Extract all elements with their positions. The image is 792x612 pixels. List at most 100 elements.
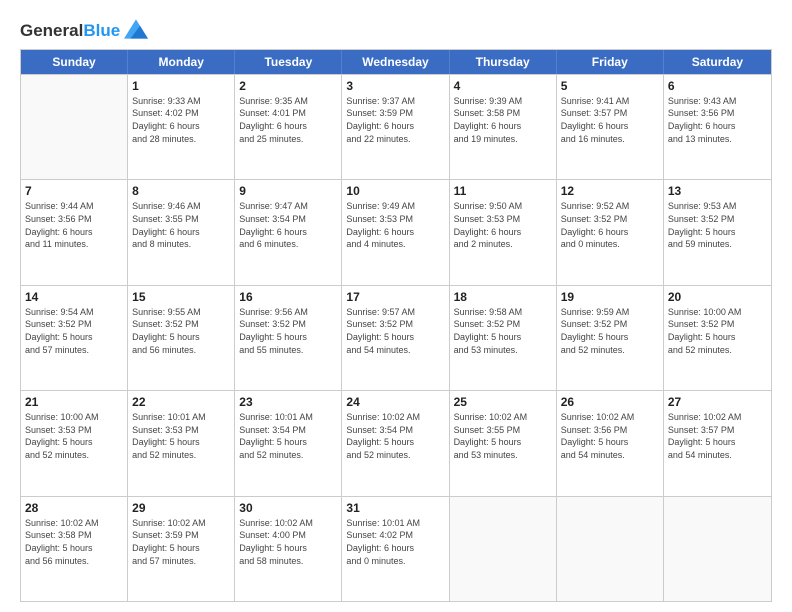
calendar-cell: 2Sunrise: 9:35 AM Sunset: 4:01 PM Daylig… xyxy=(235,75,342,179)
calendar-cell: 17Sunrise: 9:57 AM Sunset: 3:52 PM Dayli… xyxy=(342,286,449,390)
cell-day-number: 20 xyxy=(668,289,767,305)
cell-info: Sunrise: 9:57 AM Sunset: 3:52 PM Dayligh… xyxy=(346,306,444,356)
cell-day-number: 6 xyxy=(668,78,767,94)
cell-day-number: 17 xyxy=(346,289,444,305)
cell-info: Sunrise: 10:01 AM Sunset: 3:54 PM Daylig… xyxy=(239,411,337,461)
calendar-cell: 20Sunrise: 10:00 AM Sunset: 3:52 PM Dayl… xyxy=(664,286,771,390)
cell-info: Sunrise: 9:56 AM Sunset: 3:52 PM Dayligh… xyxy=(239,306,337,356)
cell-info: Sunrise: 10:02 AM Sunset: 3:54 PM Daylig… xyxy=(346,411,444,461)
cell-info: Sunrise: 9:52 AM Sunset: 3:52 PM Dayligh… xyxy=(561,200,659,250)
cell-info: Sunrise: 9:43 AM Sunset: 3:56 PM Dayligh… xyxy=(668,95,767,145)
cell-info: Sunrise: 9:33 AM Sunset: 4:02 PM Dayligh… xyxy=(132,95,230,145)
cell-day-number: 25 xyxy=(454,394,552,410)
calendar-cell: 25Sunrise: 10:02 AM Sunset: 3:55 PM Dayl… xyxy=(450,391,557,495)
calendar-cell: 30Sunrise: 10:02 AM Sunset: 4:00 PM Dayl… xyxy=(235,497,342,601)
calendar-cell: 27Sunrise: 10:02 AM Sunset: 3:57 PM Dayl… xyxy=(664,391,771,495)
cell-info: Sunrise: 9:44 AM Sunset: 3:56 PM Dayligh… xyxy=(25,200,123,250)
logo-text: GeneralBlue xyxy=(20,22,120,41)
cell-info: Sunrise: 10:00 AM Sunset: 3:53 PM Daylig… xyxy=(25,411,123,461)
calendar-row-0: 1Sunrise: 9:33 AM Sunset: 4:02 PM Daylig… xyxy=(21,74,771,179)
cell-day-number: 4 xyxy=(454,78,552,94)
cell-day-number: 1 xyxy=(132,78,230,94)
calendar-cell xyxy=(557,497,664,601)
cell-day-number: 31 xyxy=(346,500,444,516)
calendar-cell: 13Sunrise: 9:53 AM Sunset: 3:52 PM Dayli… xyxy=(664,180,771,284)
calendar-cell: 9Sunrise: 9:47 AM Sunset: 3:54 PM Daylig… xyxy=(235,180,342,284)
cell-info: Sunrise: 9:59 AM Sunset: 3:52 PM Dayligh… xyxy=(561,306,659,356)
calendar-cell: 3Sunrise: 9:37 AM Sunset: 3:59 PM Daylig… xyxy=(342,75,449,179)
cell-day-number: 26 xyxy=(561,394,659,410)
cell-info: Sunrise: 10:02 AM Sunset: 3:59 PM Daylig… xyxy=(132,517,230,567)
calendar-cell: 11Sunrise: 9:50 AM Sunset: 3:53 PM Dayli… xyxy=(450,180,557,284)
header-day-monday: Monday xyxy=(128,50,235,74)
calendar-cell: 10Sunrise: 9:49 AM Sunset: 3:53 PM Dayli… xyxy=(342,180,449,284)
cell-info: Sunrise: 9:58 AM Sunset: 3:52 PM Dayligh… xyxy=(454,306,552,356)
page: GeneralBlue SundayMondayTuesdayWednesday… xyxy=(0,0,792,612)
cell-info: Sunrise: 9:41 AM Sunset: 3:57 PM Dayligh… xyxy=(561,95,659,145)
cell-day-number: 14 xyxy=(25,289,123,305)
cell-info: Sunrise: 9:39 AM Sunset: 3:58 PM Dayligh… xyxy=(454,95,552,145)
cell-day-number: 24 xyxy=(346,394,444,410)
cell-day-number: 5 xyxy=(561,78,659,94)
logo: GeneralBlue xyxy=(20,22,148,41)
cell-day-number: 11 xyxy=(454,183,552,199)
cell-info: Sunrise: 9:54 AM Sunset: 3:52 PM Dayligh… xyxy=(25,306,123,356)
cell-day-number: 21 xyxy=(25,394,123,410)
cell-info: Sunrise: 10:02 AM Sunset: 3:57 PM Daylig… xyxy=(668,411,767,461)
calendar-row-2: 14Sunrise: 9:54 AM Sunset: 3:52 PM Dayli… xyxy=(21,285,771,390)
calendar-cell: 18Sunrise: 9:58 AM Sunset: 3:52 PM Dayli… xyxy=(450,286,557,390)
header-day-wednesday: Wednesday xyxy=(342,50,449,74)
cell-info: Sunrise: 9:53 AM Sunset: 3:52 PM Dayligh… xyxy=(668,200,767,250)
cell-info: Sunrise: 10:02 AM Sunset: 3:55 PM Daylig… xyxy=(454,411,552,461)
cell-day-number: 15 xyxy=(132,289,230,305)
cell-day-number: 29 xyxy=(132,500,230,516)
calendar-cell: 24Sunrise: 10:02 AM Sunset: 3:54 PM Dayl… xyxy=(342,391,449,495)
cell-day-number: 19 xyxy=(561,289,659,305)
calendar-cell: 31Sunrise: 10:01 AM Sunset: 4:02 PM Dayl… xyxy=(342,497,449,601)
cell-info: Sunrise: 10:00 AM Sunset: 3:52 PM Daylig… xyxy=(668,306,767,356)
cell-info: Sunrise: 9:49 AM Sunset: 3:53 PM Dayligh… xyxy=(346,200,444,250)
cell-day-number: 2 xyxy=(239,78,337,94)
calendar-cell: 4Sunrise: 9:39 AM Sunset: 3:58 PM Daylig… xyxy=(450,75,557,179)
cell-day-number: 13 xyxy=(668,183,767,199)
calendar-cell xyxy=(450,497,557,601)
calendar-row-1: 7Sunrise: 9:44 AM Sunset: 3:56 PM Daylig… xyxy=(21,179,771,284)
cell-info: Sunrise: 9:50 AM Sunset: 3:53 PM Dayligh… xyxy=(454,200,552,250)
cell-info: Sunrise: 10:01 AM Sunset: 3:53 PM Daylig… xyxy=(132,411,230,461)
cell-day-number: 22 xyxy=(132,394,230,410)
cell-day-number: 8 xyxy=(132,183,230,199)
cell-info: Sunrise: 10:02 AM Sunset: 3:58 PM Daylig… xyxy=(25,517,123,567)
calendar-cell: 23Sunrise: 10:01 AM Sunset: 3:54 PM Dayl… xyxy=(235,391,342,495)
calendar-cell xyxy=(664,497,771,601)
calendar-cell: 28Sunrise: 10:02 AM Sunset: 3:58 PM Dayl… xyxy=(21,497,128,601)
calendar-row-4: 28Sunrise: 10:02 AM Sunset: 3:58 PM Dayl… xyxy=(21,496,771,601)
header-day-tuesday: Tuesday xyxy=(235,50,342,74)
calendar-cell xyxy=(21,75,128,179)
cell-info: Sunrise: 9:46 AM Sunset: 3:55 PM Dayligh… xyxy=(132,200,230,250)
calendar-cell: 6Sunrise: 9:43 AM Sunset: 3:56 PM Daylig… xyxy=(664,75,771,179)
cell-info: Sunrise: 9:47 AM Sunset: 3:54 PM Dayligh… xyxy=(239,200,337,250)
cell-day-number: 18 xyxy=(454,289,552,305)
calendar-body: 1Sunrise: 9:33 AM Sunset: 4:02 PM Daylig… xyxy=(21,74,771,601)
cell-day-number: 16 xyxy=(239,289,337,305)
calendar-cell: 1Sunrise: 9:33 AM Sunset: 4:02 PM Daylig… xyxy=(128,75,235,179)
calendar-cell: 22Sunrise: 10:01 AM Sunset: 3:53 PM Dayl… xyxy=(128,391,235,495)
header-day-thursday: Thursday xyxy=(450,50,557,74)
calendar-row-3: 21Sunrise: 10:00 AM Sunset: 3:53 PM Dayl… xyxy=(21,390,771,495)
calendar-cell: 12Sunrise: 9:52 AM Sunset: 3:52 PM Dayli… xyxy=(557,180,664,284)
calendar-cell: 29Sunrise: 10:02 AM Sunset: 3:59 PM Dayl… xyxy=(128,497,235,601)
calendar-cell: 16Sunrise: 9:56 AM Sunset: 3:52 PM Dayli… xyxy=(235,286,342,390)
calendar: SundayMondayTuesdayWednesdayThursdayFrid… xyxy=(20,49,772,602)
calendar-cell: 15Sunrise: 9:55 AM Sunset: 3:52 PM Dayli… xyxy=(128,286,235,390)
cell-day-number: 30 xyxy=(239,500,337,516)
calendar-cell: 5Sunrise: 9:41 AM Sunset: 3:57 PM Daylig… xyxy=(557,75,664,179)
cell-day-number: 28 xyxy=(25,500,123,516)
cell-day-number: 10 xyxy=(346,183,444,199)
header: GeneralBlue xyxy=(20,18,772,41)
header-day-saturday: Saturday xyxy=(664,50,771,74)
calendar-cell: 26Sunrise: 10:02 AM Sunset: 3:56 PM Dayl… xyxy=(557,391,664,495)
header-day-sunday: Sunday xyxy=(21,50,128,74)
calendar-cell: 19Sunrise: 9:59 AM Sunset: 3:52 PM Dayli… xyxy=(557,286,664,390)
calendar-cell: 14Sunrise: 9:54 AM Sunset: 3:52 PM Dayli… xyxy=(21,286,128,390)
logo-icon xyxy=(124,19,148,39)
